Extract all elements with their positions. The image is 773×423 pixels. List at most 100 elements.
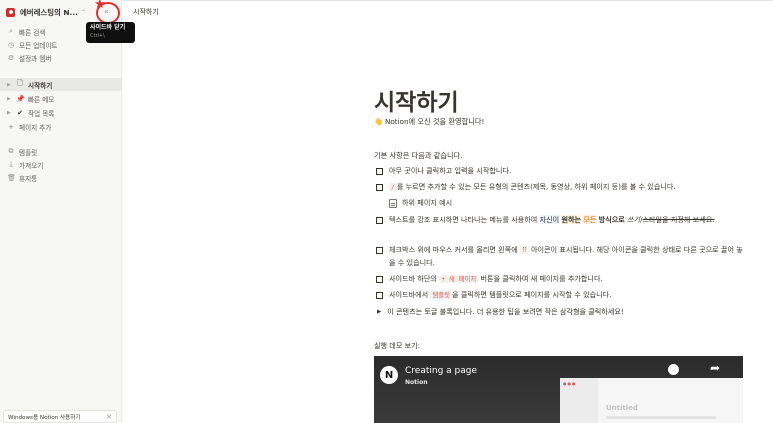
todo-text-part: 체크박스 위에 마우스 커서를 올리면 왼쪽에 <box>389 245 521 254</box>
clock-icon: ◷ <box>7 40 15 49</box>
highlight-text: 자신이 <box>539 215 560 224</box>
todo-text: / 를 누르면 추가할 수 있는 모든 유형의 콘텐츠(제목, 동영상, 하위 페… <box>389 181 748 194</box>
plus-icon: + <box>8 122 14 131</box>
gear-icon: ⚙ <box>7 53 15 62</box>
template-icon: ⧉ <box>8 147 14 155</box>
sidebar-item-label: 빠른 메모 <box>28 95 55 104</box>
welcome-text[interactable]: 👋 Notion에 오신 것을 환영합니다! <box>374 117 484 127</box>
inline-code: + 새 페이지 <box>439 275 479 283</box>
inline-code: / <box>389 183 397 191</box>
video-thumbnail: ●●● Untitled <box>560 378 743 423</box>
sidebar-item-import[interactable]: ⤓ 가져오기 <box>0 158 122 171</box>
page-icon: 🗋 <box>17 79 23 87</box>
sidebar-item-label: 작업 목록 <box>28 109 55 118</box>
todo-item[interactable]: 텍스트를 강조 표시하면 나타나는 메뉴를 사용하여 자신이 원하는 모든 방식… <box>376 214 748 227</box>
expand-arrow-icon[interactable]: ▶ <box>7 110 13 116</box>
checkbox[interactable] <box>376 167 383 175</box>
todo-text: 아무 곳이나 클릭하고 입력을 시작합니다. <box>389 166 512 175</box>
todo-item[interactable]: 사이드바에서 템플릿 을 클릭하면 템플릿으로 페이지를 시작할 수 있습니다. <box>376 289 748 302</box>
checkbox[interactable] <box>376 183 383 191</box>
sidebar-item-settings[interactable]: ⚙ 설정과 멤버 <box>0 51 122 64</box>
todo-text: 사이드바 하단의 + 새 페이지 버튼을 클릭하여 새 페이지를 추가합니다. <box>389 273 748 286</box>
welcome-label: Notion에 오신 것을 환영합니다! <box>384 117 485 126</box>
expand-arrow-icon[interactable]: ▶ <box>7 96 13 102</box>
inline-code: 템플릿 <box>430 291 453 299</box>
close-icon[interactable]: ✕ <box>106 413 112 421</box>
tooltip-title: 사이드바 닫기 <box>90 24 126 31</box>
sidebar-item-label: 페이지 추가 <box>19 123 52 132</box>
sidebar-item-label: 휴지통 <box>19 174 38 183</box>
sidebar-item-templates[interactable]: ⧉ 템플릿 <box>0 145 122 158</box>
sidebar-item-label: 모든 업데이트 <box>19 41 58 50</box>
sidebar-item-trash[interactable]: 🗑 휴지통 <box>0 171 122 184</box>
todo-text-part: 텍스트를 강조 표시하면 나타나는 메뉴를 사용하여 <box>389 215 540 224</box>
subpage-label: 하위 페이지 예시 <box>402 198 453 207</box>
todo-text-part: 을 클릭하면 템플릿으로 페이지를 시작할 수 있습니다. <box>452 290 612 299</box>
todo-text-part: 를 누르면 추가할 수 있는 모든 유형의 콘텐츠(제목, 동영상, 하위 페이… <box>396 182 676 191</box>
todo-text: 체크박스 위에 마우스 커서를 올리면 왼쪽에 ⠿ 아이콘이 표시됩니다. 해당… <box>389 244 748 269</box>
check-icon: ✔ <box>17 108 23 117</box>
import-icon: ⤓ <box>9 160 13 168</box>
todo-item[interactable]: 체크박스 위에 마우스 커서를 올리면 왼쪽에 ⠿ 아이콘이 표시됩니다. 해당… <box>376 244 748 269</box>
checkbox[interactable] <box>376 246 383 254</box>
checkbox[interactable] <box>376 275 383 283</box>
sidebar-item-label: 설정과 멤버 <box>19 54 52 63</box>
star-annotation-icon: ★ <box>94 0 106 12</box>
intro-text[interactable]: 기본 사항은 다음과 같습니다. <box>374 151 463 161</box>
breadcrumb[interactable]: 시작하기 <box>133 7 159 17</box>
todo-text: 사이드바에서 템플릿 을 클릭하면 템플릿으로 페이지를 시작할 수 있습니다. <box>389 289 748 302</box>
watch-later-icon[interactable] <box>668 364 679 375</box>
expand-arrow-icon[interactable]: ▶ <box>7 82 13 88</box>
todo-item[interactable]: 아무 곳이나 클릭하고 입력을 시작합니다. <box>376 165 748 178</box>
video-embed[interactable]: N Creating a page Notion ➦ ●●● Untitled <box>374 356 743 423</box>
banner-text: Windows용 Notion 사용하기 <box>8 414 81 421</box>
strike-text: 스타일을 지정해 보세요. <box>642 215 715 224</box>
todo-item[interactable]: 사이드바 하단의 + 새 페이지 버튼을 클릭하여 새 페이지를 추가합니다. <box>376 273 748 286</box>
sidebar-add-page[interactable]: + 페이지 추가 <box>0 120 122 133</box>
workspace-name: 에버레스팅의 N... <box>20 7 78 17</box>
video-title: Creating a page <box>405 366 477 376</box>
sidebar-item-getting-started[interactable]: ▶ 🗋 시작하기 <box>0 78 122 91</box>
todo-text: 텍스트를 강조 표시하면 나타나는 메뉴를 사용하여 자신이 원하는 모든 방식… <box>389 214 748 227</box>
tooltip: 사이드바 닫기 Ctrl+\ <box>86 22 135 43</box>
italic-text: 쓰기 <box>627 215 641 224</box>
topbar-divider <box>122 0 773 1</box>
sidebar-item-label: 시작하기 <box>28 81 53 90</box>
toggle-block[interactable]: ▶ 이 콘텐츠는 토글 블록입니다. 더 유용한 팁을 보려면 작은 삼각형을 … <box>377 307 624 317</box>
share-icon[interactable]: ➦ <box>710 361 720 375</box>
checkbox[interactable] <box>376 216 383 224</box>
checkbox[interactable] <box>376 291 383 299</box>
demo-label[interactable]: 실행 데모 보기: <box>374 341 420 351</box>
page-icon <box>389 198 397 208</box>
todo-text-part: 사이드바 하단의 <box>389 274 440 283</box>
sidebar: 에버레스팅의 N... ⌃ « ★ ⌕ 빠른 검색 ◷ 모든 업데이트 ⚙ 설정… <box>0 0 122 423</box>
pin-icon: 📌 <box>16 94 25 103</box>
toggle-triangle-icon[interactable]: ▶ <box>377 309 381 315</box>
search-icon: ⌕ <box>9 27 13 35</box>
thumbnail-title: Untitled <box>606 404 638 412</box>
tooltip-shortcut: Ctrl+\ <box>90 33 105 39</box>
window-dots-icon: ●●● <box>563 381 577 386</box>
sidebar-item-label: 빠른 검색 <box>19 28 46 37</box>
notion-logo-icon: N <box>380 366 398 384</box>
desktop-app-banner[interactable]: Windows용 Notion 사용하기 ✕ <box>3 410 117 423</box>
highlight-text: 원하는 <box>561 215 582 224</box>
subpage-link[interactable]: 하위 페이지 예시 <box>389 198 452 208</box>
todo-item[interactable]: / 를 누르면 추가할 수 있는 모든 유형의 콘텐츠(제목, 동영상, 하위 페… <box>376 181 748 194</box>
workspace-avatar-icon <box>6 7 15 17</box>
sidebar-item-label: 가져오기 <box>19 161 44 170</box>
sidebar-item-quick-note[interactable]: ▶ 📌 빠른 메모 <box>0 92 122 105</box>
chevron-updown-icon: ⌃ <box>80 8 87 16</box>
thumbnail-line <box>606 416 716 419</box>
bold-text: 방식으로 <box>598 215 625 224</box>
sidebar-item-task-list[interactable]: ▶ ✔ 작업 목록 <box>0 106 122 119</box>
todo-text-part: 버튼을 클릭하여 새 페이지를 추가합니다. <box>478 274 603 283</box>
highlight-text: 모든 <box>583 215 597 224</box>
sidebar-item-label: 템플릿 <box>19 148 38 157</box>
wave-hand-icon: 👋 <box>374 117 383 126</box>
drag-handle-icon: ⠿ <box>520 246 529 254</box>
trash-icon: 🗑 <box>7 173 16 182</box>
todo-text-part: 사이드바에서 <box>389 290 431 299</box>
page-title[interactable]: 시작하기 <box>374 83 459 117</box>
video-channel: Notion <box>405 379 428 386</box>
